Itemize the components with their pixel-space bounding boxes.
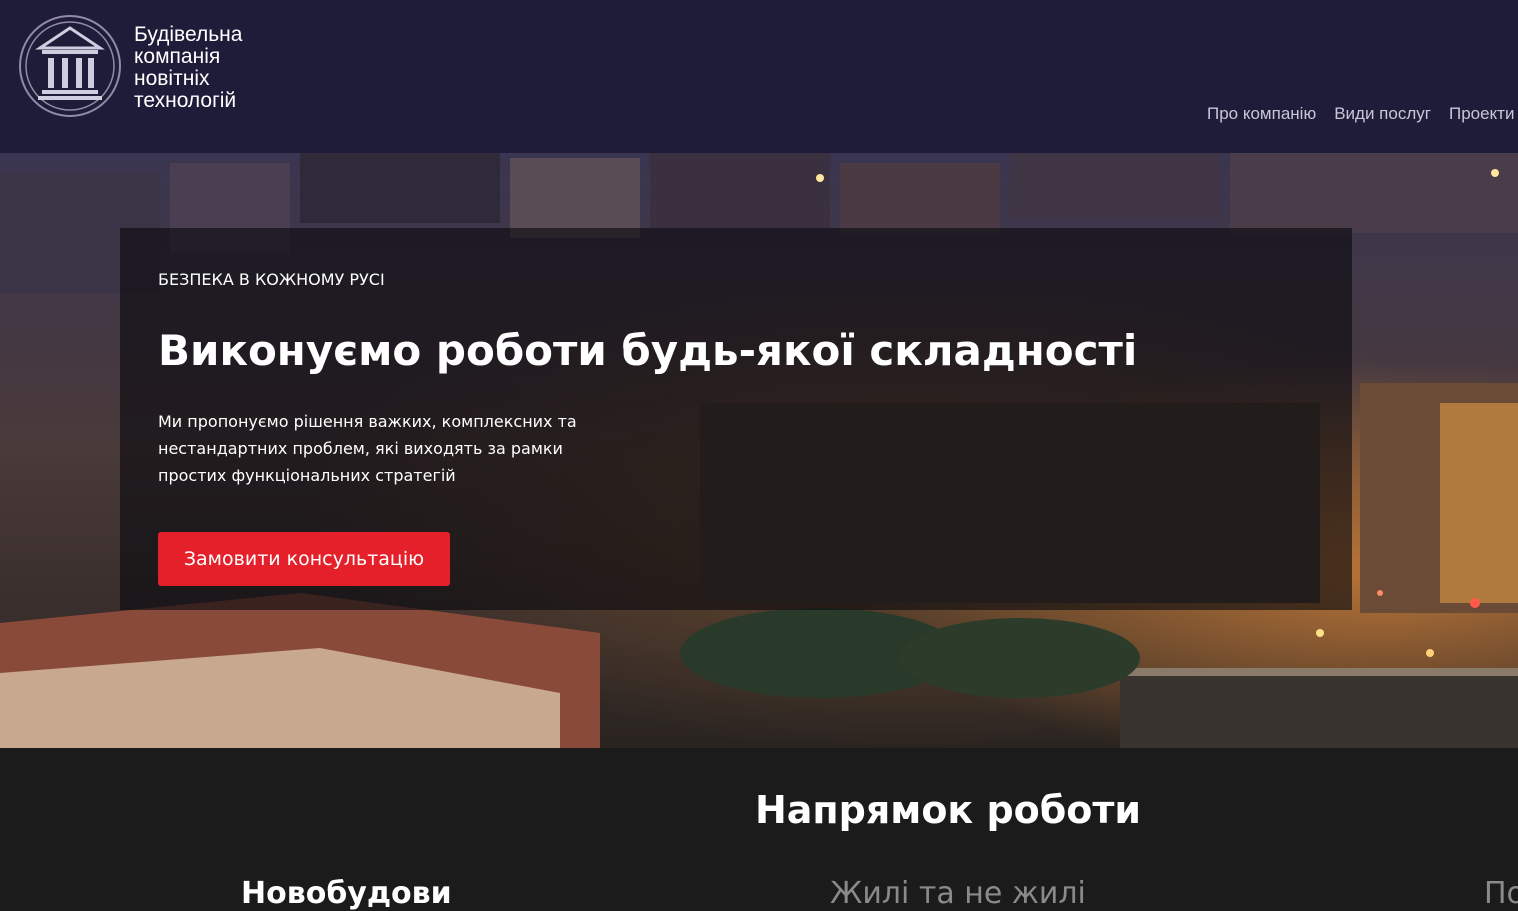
section-title: Напрямок роботи	[0, 788, 1518, 832]
tab-partial[interactable]: По	[1484, 876, 1518, 911]
tab-new-buildings[interactable]: Новобудови	[241, 876, 452, 911]
main-nav: Про компанію Види послуг Проекти	[1207, 104, 1514, 124]
tab-residential-nonresidential[interactable]: Жилі та не жилі	[830, 876, 1086, 911]
columns-building-icon[interactable]	[18, 14, 122, 118]
hero-description: Ми пропонуємо рішення важких, комплексни…	[158, 412, 577, 485]
nav-item-about[interactable]: Про компанію	[1207, 104, 1316, 124]
brand-line: компанія	[134, 45, 221, 68]
directions-section: Напрямок роботи Новобудови Жилі та не жи…	[0, 748, 1518, 911]
brand-line: Будівельна	[134, 23, 243, 46]
section-title-text: Напрямок роботи	[754, 788, 1142, 832]
nav-item-projects[interactable]: Проекти	[1449, 104, 1515, 124]
hero-title: Виконуємо роботи будь-якої складності	[158, 326, 1138, 375]
brand-name[interactable]: Будівельна компанія новітніх технологій	[134, 24, 284, 112]
nav-item-services[interactable]: Види послуг	[1334, 104, 1431, 124]
brand-line: технологій	[134, 89, 237, 112]
site-header: Будівельна компанія новітніх технологій …	[0, 0, 1518, 153]
brand-line: новітніх	[134, 67, 210, 90]
hero-card: БЕЗПЕКА В КОЖНОМУ РУСІ Виконуємо роботи …	[120, 228, 1352, 610]
order-consultation-button[interactable]: Замовити консультацію	[158, 532, 450, 586]
hero-eyebrow: БЕЗПЕКА В КОЖНОМУ РУСІ	[158, 270, 385, 289]
hero-section: БЕЗПЕКА В КОЖНОМУ РУСІ Виконуємо роботи …	[0, 153, 1518, 748]
